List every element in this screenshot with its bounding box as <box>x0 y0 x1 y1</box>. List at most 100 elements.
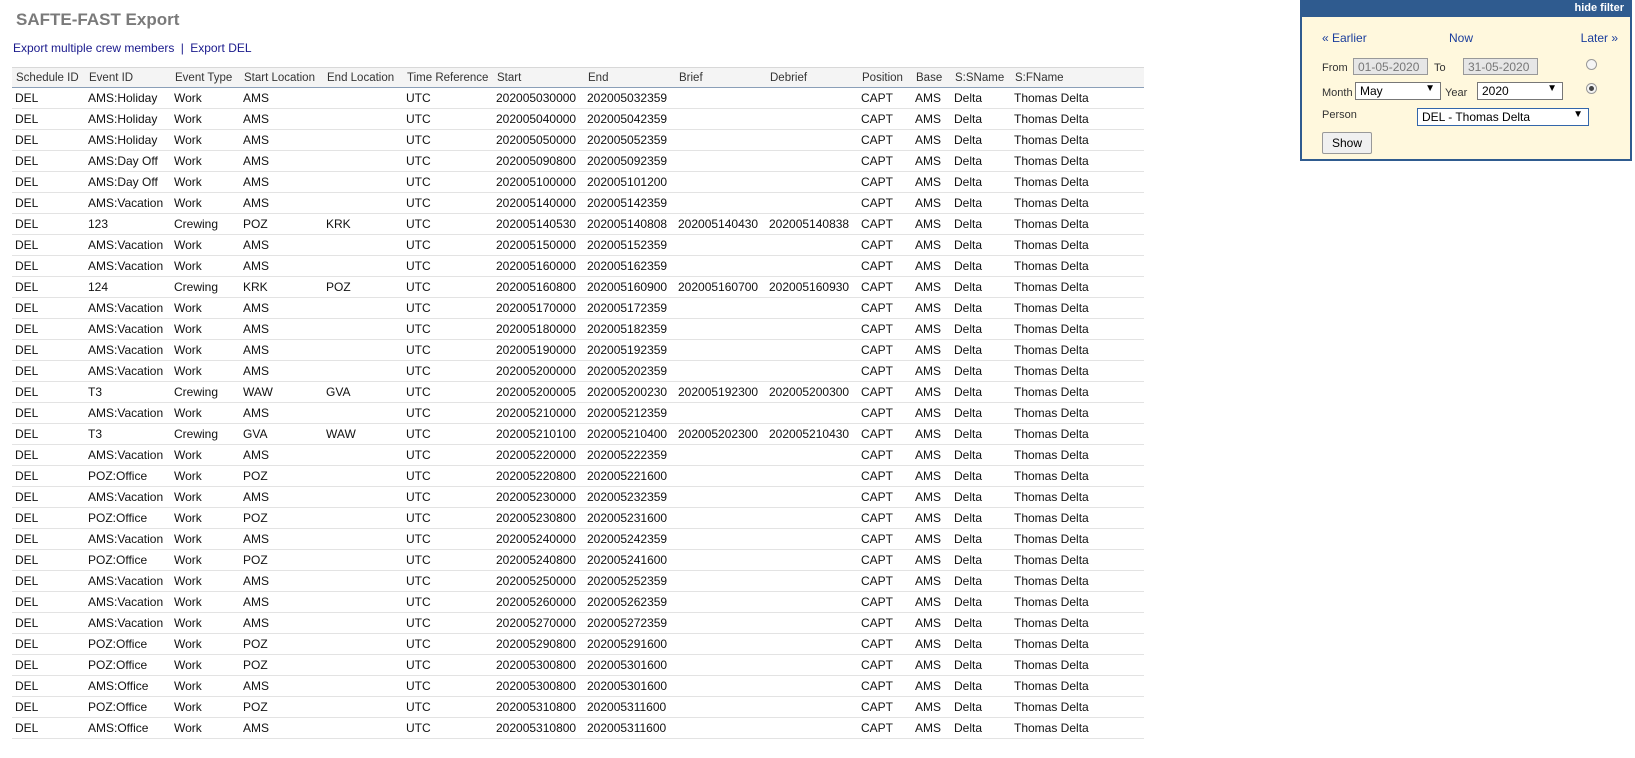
table-cell: 202005220800 <box>493 465 584 487</box>
table-cell <box>766 402 858 424</box>
table-cell <box>323 633 403 655</box>
table-cell <box>766 318 858 340</box>
to-date-input[interactable]: 31-05-2020 <box>1463 58 1538 75</box>
date-range-radio[interactable] <box>1586 59 1597 70</box>
table-cell: Delta <box>951 381 1011 403</box>
export-multiple-link[interactable]: Export multiple crew members <box>13 41 174 55</box>
table-cell: AMS <box>912 339 951 361</box>
table-cell <box>675 465 766 487</box>
table-cell: DEL <box>12 570 85 592</box>
table-cell: Delta <box>951 192 1011 214</box>
table-cell: Thomas Delta <box>1011 402 1144 424</box>
table-cell <box>675 570 766 592</box>
table-cell: DEL <box>12 402 85 424</box>
export-del-link[interactable]: Export DEL <box>190 41 251 55</box>
table-cell <box>766 486 858 508</box>
table-cell: 202005152359 <box>584 234 675 256</box>
from-date-input[interactable]: 01-05-2020 <box>1353 58 1428 75</box>
column-header: Brief <box>675 67 766 88</box>
table-cell: CAPT <box>858 696 912 718</box>
table-cell: UTC <box>403 234 493 256</box>
month-select[interactable]: May ▼ <box>1355 82 1441 100</box>
table-row: DEL AMS:Vacation Work AMS UTC 202005260000 202… <box>12 591 1144 613</box>
table-cell: AMS <box>912 696 951 718</box>
table-cell <box>323 675 403 697</box>
table-cell: 202005140430 <box>675 213 766 235</box>
table-cell: Work <box>171 612 240 634</box>
table-row: DEL 123 Crewing POZ KRK UTC 202005140530 202005… <box>12 213 1144 235</box>
table-cell <box>675 654 766 676</box>
table-cell: Thomas Delta <box>1011 255 1144 277</box>
export-table: Schedule ID Event ID Event Type Start Locat… <box>12 67 1144 739</box>
table-cell: Thomas Delta <box>1011 339 1144 361</box>
table-cell: DEL <box>12 192 85 214</box>
table-cell: Thomas Delta <box>1011 507 1144 529</box>
table-cell: AMS <box>240 87 323 109</box>
table-cell: Thomas Delta <box>1011 486 1144 508</box>
table-cell: UTC <box>403 591 493 613</box>
table-cell: DEL <box>12 591 85 613</box>
table-cell: AMS:Day Off <box>85 150 171 172</box>
table-cell <box>675 507 766 529</box>
table-cell: CAPT <box>858 129 912 151</box>
table-cell: Work <box>171 549 240 571</box>
table-cell: 202005090800 <box>493 150 584 172</box>
table-cell: 202005172359 <box>584 297 675 319</box>
earlier-link[interactable]: « Earlier <box>1322 31 1367 45</box>
show-button[interactable]: Show <box>1322 132 1372 154</box>
table-cell: DEL <box>12 129 85 151</box>
table-cell: AMS <box>912 507 951 529</box>
table-cell: AMS <box>912 129 951 151</box>
table-cell <box>323 717 403 739</box>
table-cell <box>675 339 766 361</box>
later-link[interactable]: Later » <box>1581 31 1618 45</box>
table-cell: Work <box>171 717 240 739</box>
table-cell: 202005160930 <box>766 276 858 298</box>
table-cell: Delta <box>951 87 1011 109</box>
table-cell: 202005291600 <box>584 633 675 655</box>
table-cell <box>675 633 766 655</box>
export-links: Export multiple crew members | Export DE… <box>13 41 252 55</box>
table-cell: AMS:Vacation <box>85 402 171 424</box>
table-cell <box>766 696 858 718</box>
month-select-value: May <box>1360 84 1383 98</box>
table-cell: Crewing <box>171 423 240 445</box>
table-cell: AMS <box>912 528 951 550</box>
table-cell: 202005231600 <box>584 507 675 529</box>
table-cell: UTC <box>403 696 493 718</box>
hide-filter-button[interactable]: hide filter <box>1302 0 1630 17</box>
table-cell: AMS <box>912 276 951 298</box>
table-cell: WAW <box>240 381 323 403</box>
table-cell: AMS:Vacation <box>85 486 171 508</box>
table-cell: AMS:Vacation <box>85 297 171 319</box>
table-cell <box>323 507 403 529</box>
table-row: DEL AMS:Vacation Work AMS UTC 202005160000 202… <box>12 255 1144 277</box>
table-cell <box>675 234 766 256</box>
table-cell: Crewing <box>171 213 240 235</box>
table-cell: 202005032359 <box>584 87 675 109</box>
table-cell: DEL <box>12 696 85 718</box>
table-cell: AMS <box>240 570 323 592</box>
table-cell: 202005030000 <box>493 87 584 109</box>
table-cell: 202005052359 <box>584 129 675 151</box>
table-cell: AMS <box>240 171 323 193</box>
now-link[interactable]: Now <box>1449 31 1473 45</box>
column-header: Start <box>493 67 584 88</box>
month-year-radio[interactable] <box>1586 83 1597 94</box>
table-cell <box>323 444 403 466</box>
year-select[interactable]: 2020 ▼ <box>1477 82 1563 100</box>
person-select[interactable]: DEL - Thomas Delta ▼ <box>1417 108 1589 126</box>
table-row: DEL T3 Crewing GVA WAW UTC 202005210100 2020052… <box>12 423 1144 445</box>
table-cell: Delta <box>951 549 1011 571</box>
column-header: S:SName <box>951 67 1011 88</box>
table-cell: Work <box>171 633 240 655</box>
table-cell <box>675 402 766 424</box>
table-cell: DEL <box>12 234 85 256</box>
table-cell: UTC <box>403 360 493 382</box>
table-cell: AMS <box>912 87 951 109</box>
table-cell: POZ <box>240 213 323 235</box>
table-cell: Delta <box>951 423 1011 445</box>
table-cell: DEL <box>12 213 85 235</box>
table-cell: 202005042359 <box>584 108 675 130</box>
table-cell: CAPT <box>858 213 912 235</box>
